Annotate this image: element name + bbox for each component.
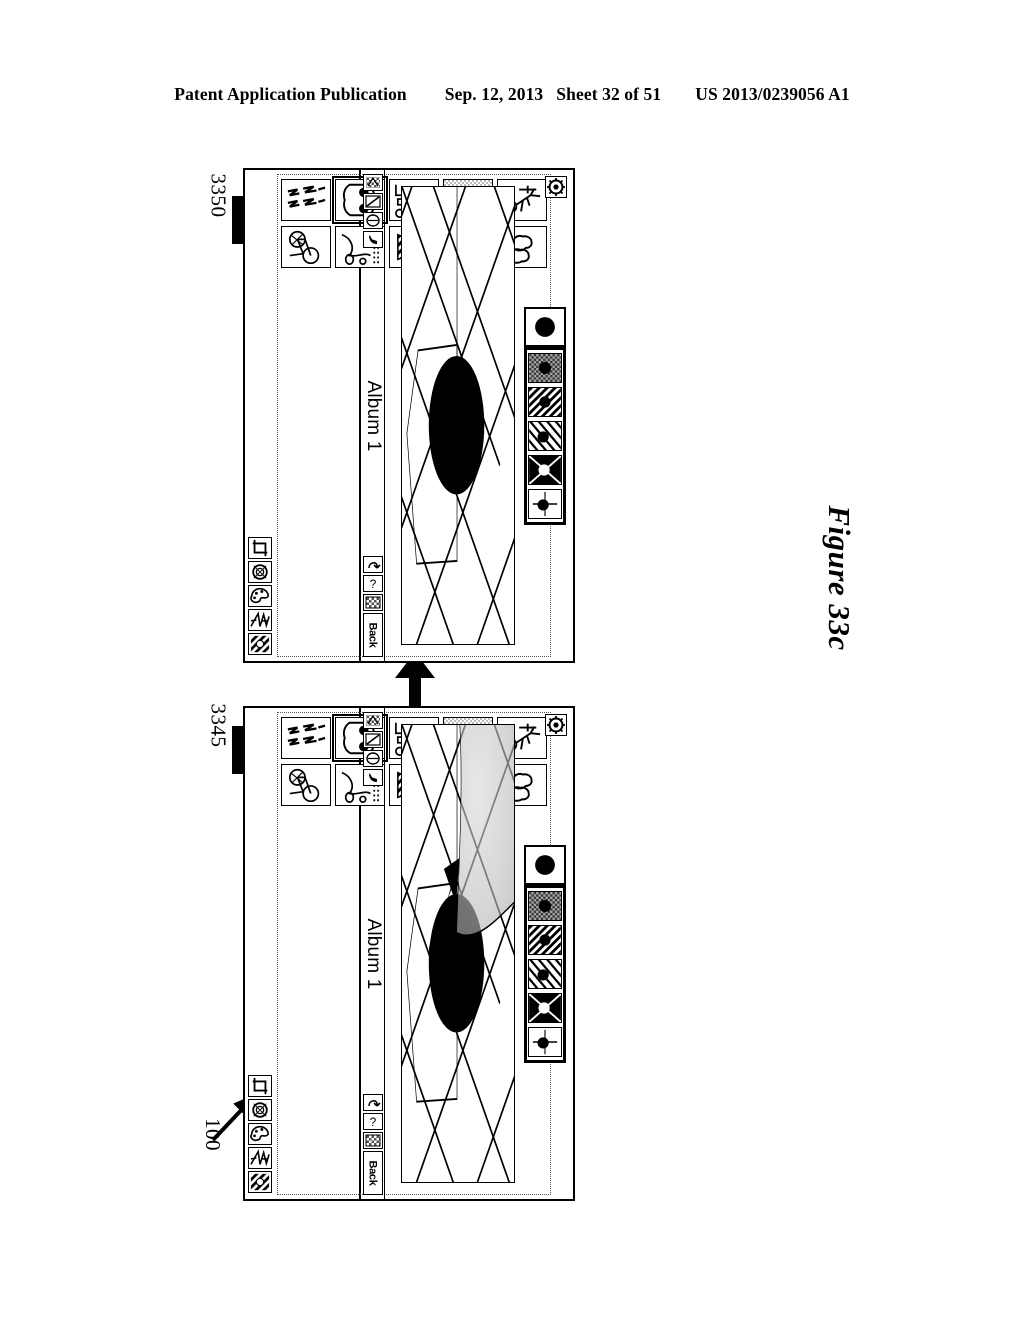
crop-tool-icon[interactable]: [248, 537, 272, 559]
nav-right-icon-group[interactable]: [362, 174, 383, 248]
svg-text:?: ?: [369, 1115, 376, 1129]
canvas-area[interactable]: [385, 170, 573, 661]
device-screen[interactable]: Album 1 ? Back: [361, 708, 573, 1199]
reference-numeral-3350: 3350: [206, 173, 231, 218]
patent-number: US 2013/0239056 A1: [695, 84, 850, 104]
swatch-line-through-circle-fill[interactable]: [528, 1026, 562, 1057]
thumbnail-lightning-sketch[interactable]: [281, 717, 331, 759]
shape-tool-icon[interactable]: [248, 561, 272, 583]
clock-icon: [362, 750, 383, 767]
publication-title: Patent Application Publication: [174, 84, 407, 104]
swatch-line-through-circle-fill[interactable]: [528, 488, 562, 519]
texture-tool-icon[interactable]: [248, 633, 272, 655]
tool-rail[interactable]: [248, 174, 274, 657]
swatch-dark-checker-fill[interactable]: [528, 352, 562, 383]
style-palette[interactable]: [523, 306, 567, 525]
back-button[interactable]: Back: [362, 613, 383, 657]
brush-tool-icon[interactable]: [248, 609, 272, 631]
drawing-canvas[interactable]: [401, 724, 515, 1183]
nav-left-group[interactable]: ? Back: [362, 556, 383, 657]
battery-icon: [362, 731, 383, 748]
reference-numeral-3345: 3345: [206, 703, 231, 748]
back-button-label: Back: [366, 622, 379, 648]
navigation-bar[interactable]: Album 1 ? Back: [361, 170, 385, 661]
phone-icon[interactable]: [362, 769, 383, 786]
thumbnail-column-5[interactable]: [281, 179, 331, 652]
swatch-inverted-black-fill[interactable]: [528, 992, 562, 1023]
clock-icon: [362, 212, 383, 229]
sheet-number: Sheet 32 of 51: [556, 84, 662, 104]
figure-caption: Figure 33c: [822, 505, 857, 651]
current-style-swatch[interactable]: [524, 306, 566, 347]
palette-tool-icon[interactable]: [248, 585, 272, 607]
brush-tool-icon[interactable]: [248, 1147, 272, 1169]
publication-date: Sep. 12, 2013: [444, 84, 544, 104]
publication-header: Patent Application Publication Sep. 12, …: [0, 84, 1024, 105]
device-upper-3350[interactable]: Album 1 ? Back: [243, 168, 575, 663]
gear-icon[interactable]: [545, 714, 567, 736]
signal-icon: [362, 712, 383, 729]
swatch-inverted-black-fill[interactable]: [528, 454, 562, 485]
tool-rail[interactable]: [248, 712, 274, 1195]
canvas-area[interactable]: [385, 708, 573, 1199]
device-screen[interactable]: Album 1 ? Back: [361, 170, 573, 661]
phone-icon[interactable]: [362, 231, 383, 248]
page-title: Album 1: [362, 917, 384, 990]
undo-icon[interactable]: [362, 1094, 383, 1111]
swatch-dark-checker-fill[interactable]: [528, 890, 562, 921]
signal-icon: [362, 174, 383, 191]
drawing-canvas[interactable]: [401, 186, 515, 645]
back-button[interactable]: Back: [362, 1151, 383, 1195]
page-curl-region: [456, 725, 514, 937]
swatch-diagonal-hatch-fill[interactable]: [528, 386, 562, 417]
texture-tool-icon[interactable]: [248, 1171, 272, 1193]
style-swatch-list[interactable]: [524, 346, 566, 525]
thumbnail-column-5[interactable]: [281, 717, 331, 1190]
tool-drawer[interactable]: [245, 170, 551, 661]
tool-drawer[interactable]: [245, 708, 551, 1199]
nav-left-group[interactable]: ? Back: [362, 1094, 383, 1195]
shape-tool-icon[interactable]: [248, 1099, 272, 1121]
back-button-label: Back: [366, 1160, 379, 1186]
swatch-diagonal-stripe-fill[interactable]: [528, 420, 562, 451]
svg-text:?: ?: [369, 577, 376, 591]
palette-tool-icon[interactable]: [248, 1123, 272, 1145]
swatch-diagonal-stripe-fill[interactable]: [528, 958, 562, 989]
thumbnail-bicycle-sketch[interactable]: [281, 764, 331, 806]
navigation-bar[interactable]: Album 1 ? Back: [361, 708, 385, 1199]
style-palette[interactable]: [523, 844, 567, 1063]
gear-icon[interactable]: [545, 176, 567, 198]
grid-icon[interactable]: [362, 1132, 383, 1149]
current-style-swatch[interactable]: [524, 844, 566, 885]
help-icon[interactable]: ?: [362, 1113, 383, 1130]
nav-right-icon-group[interactable]: [362, 712, 383, 786]
help-icon[interactable]: ?: [362, 575, 383, 592]
thumbnail-lightning-sketch[interactable]: [281, 179, 331, 221]
undo-icon[interactable]: [362, 556, 383, 573]
battery-icon: [362, 193, 383, 210]
grid-icon[interactable]: [362, 594, 383, 611]
crop-tool-icon[interactable]: [248, 1075, 272, 1097]
device-lower-3345[interactable]: Album 1 ? Back: [243, 706, 575, 1201]
swatch-diagonal-hatch-fill[interactable]: [528, 924, 562, 955]
page-title: Album 1: [362, 379, 384, 452]
thumbnail-bicycle-sketch[interactable]: [281, 226, 331, 268]
style-swatch-list[interactable]: [524, 884, 566, 1063]
